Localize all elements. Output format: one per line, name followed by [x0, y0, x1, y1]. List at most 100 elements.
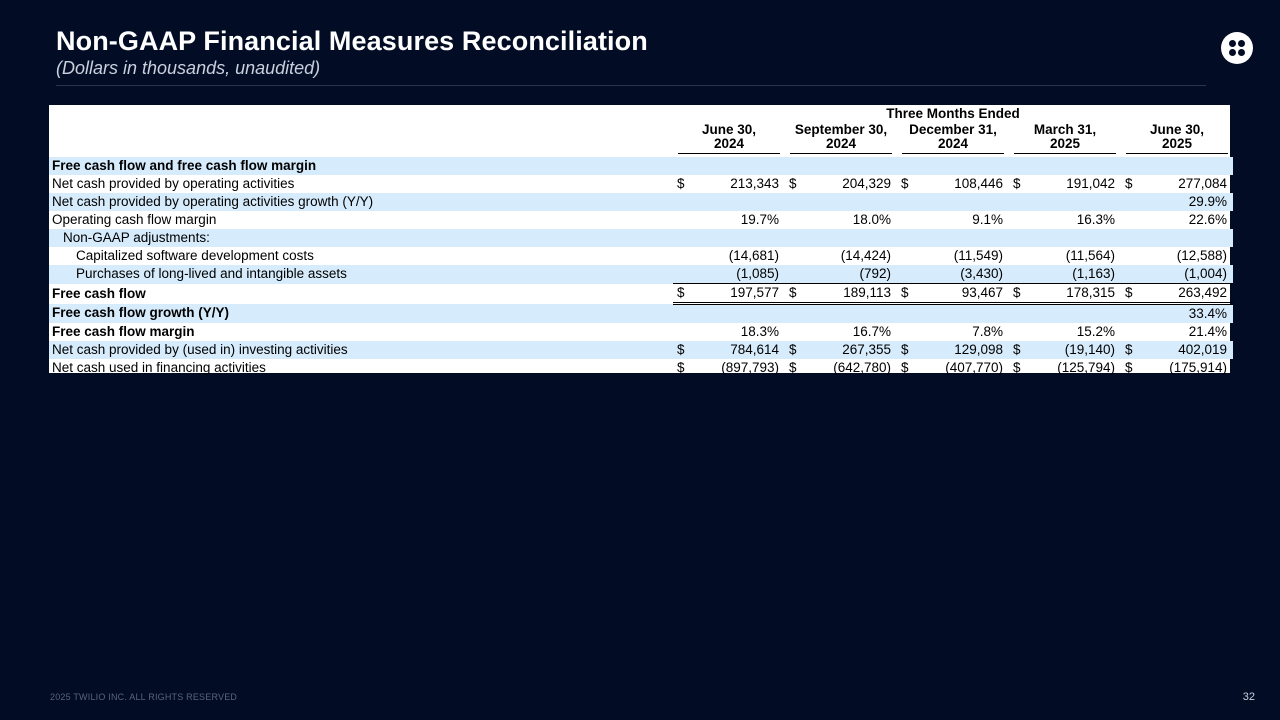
cell-value: (11,564) — [1065, 248, 1115, 263]
row-value: (3,430) — [897, 265, 1009, 284]
currency-sign: $ — [1013, 176, 1021, 191]
cell-value: (12,588) — [1176, 248, 1228, 263]
period-year: 2025 — [1162, 136, 1193, 151]
row-value: $ (19,140) — [1009, 341, 1121, 359]
period-year: 2024 — [825, 136, 857, 151]
cell-value: 178,315 — [1066, 285, 1115, 300]
table-header-blank — [49, 123, 673, 157]
row-label: Free cash flow margin — [52, 324, 195, 339]
cell-value: (14,681) — [728, 248, 779, 263]
row-value — [673, 303, 785, 323]
period-header: March 31, 2025 — [1009, 123, 1121, 157]
row-label: Capitalized software development costs — [76, 248, 314, 263]
row-value — [673, 193, 785, 211]
cell-value: 29.9% — [1188, 194, 1228, 209]
cell-value: (175,914) — [1169, 360, 1228, 375]
period-month: June 30, — [701, 123, 757, 137]
period-year: 2024 — [937, 136, 969, 151]
currency-sign: $ — [1013, 342, 1021, 357]
currency-sign: $ — [677, 176, 685, 191]
row-label: Net cash provided by (used in) investing… — [49, 341, 673, 359]
row-value: (14,424) — [785, 247, 897, 265]
row-value — [785, 157, 897, 175]
page-number: 32 — [1242, 691, 1255, 703]
cell-value: 784,614 — [730, 342, 779, 357]
row-value: 18.0% — [785, 211, 897, 229]
cell-value: 267,355 — [842, 342, 891, 357]
row-value: $204,329 — [785, 175, 897, 193]
row-value — [897, 303, 1009, 323]
cell-value: 108,446 — [954, 176, 1003, 191]
table-row: Net cash provided by operating activitie… — [49, 193, 1234, 211]
cash-flow-table: Three Months Ended June 30, 2024 September… — [49, 105, 1234, 375]
table-row: Free cash flow margin 18.3% 16.7% 7.8% 15.2%… — [49, 323, 1233, 341]
cell-value: 402,019 — [1178, 342, 1228, 357]
period-year: 2024 — [713, 136, 745, 151]
row-value: (12,588) — [1121, 247, 1233, 265]
row-value: 15.2% — [1009, 323, 1121, 341]
row-value: $ (897,793) — [673, 359, 785, 377]
cell-value: (14,424) — [840, 248, 891, 263]
row-value: 33.4% — [1121, 303, 1234, 323]
three-months-ended-header: Three Months Ended — [886, 106, 1020, 121]
row-value: (1,004) — [1121, 265, 1234, 284]
row-value: $263,492 — [1121, 283, 1234, 305]
row-value: 18.3% — [673, 323, 785, 341]
currency-sign: $ — [901, 285, 909, 300]
period-header: June 30, 2025 — [1121, 123, 1233, 157]
row-value: $93,467 — [897, 283, 1009, 305]
row-label: Operating cash flow margin — [52, 212, 217, 227]
row-value: $178,315 — [1009, 283, 1121, 305]
cell-value: 213,343 — [730, 176, 779, 191]
table-row: Non-GAAP adjustments: — [49, 229, 1234, 247]
row-value — [785, 193, 897, 211]
cell-value: (897,793) — [721, 360, 779, 375]
period-header: June 30, 2024 — [673, 123, 785, 157]
row-value: $277,084 — [1121, 175, 1233, 193]
table-row: Free cash flow $197,577 $189,113 $93,467 $17… — [49, 283, 1234, 305]
currency-sign: $ — [789, 342, 797, 357]
row-value: (14,681) — [673, 247, 785, 265]
row-label: Net cash provided by operating activitie… — [52, 176, 295, 191]
cell-value: 15.2% — [1076, 324, 1115, 339]
row-label: Non-GAAP adjustments: — [49, 229, 673, 247]
currency-sign: $ — [1013, 360, 1021, 375]
currency-sign: $ — [677, 360, 685, 375]
row-value — [897, 157, 1009, 175]
row-value — [785, 229, 897, 247]
cell-value: (792) — [859, 266, 891, 281]
row-value: 22.6% — [1121, 211, 1233, 229]
table-row: Net cash provided by (used in) investing… — [49, 341, 1234, 359]
row-value: (1,085) — [673, 265, 785, 284]
table-row: Operating cash flow margin 19.7% 18.0% 9.1%… — [49, 211, 1233, 229]
row-value: (1,163) — [1009, 265, 1121, 284]
currency-sign: $ — [789, 176, 797, 191]
row-value: $108,446 — [897, 175, 1009, 193]
cell-value: (407,770) — [945, 360, 1003, 375]
row-value: 16.3% — [1009, 211, 1121, 229]
row-label: Free cash flow — [52, 285, 146, 301]
table-row: Capitalized software development costs (1… — [49, 247, 1233, 265]
currency-sign: $ — [1125, 360, 1133, 375]
cell-value: 19.7% — [740, 212, 779, 227]
row-value: $189,113 — [785, 283, 897, 305]
cell-value: 21.4% — [1188, 324, 1228, 339]
currency-sign: $ — [677, 342, 685, 357]
row-value: 9.1% — [897, 211, 1009, 229]
cell-value: (11,549) — [953, 248, 1003, 263]
row-value: $197,577 — [673, 283, 785, 305]
cell-value: (1,085) — [736, 266, 779, 281]
page-title: Non-GAAP Financial Measures Reconciliati… — [56, 26, 648, 56]
row-label: Free cash flow growth (Y/Y) — [49, 303, 673, 323]
currency-sign: $ — [1125, 285, 1133, 300]
row-value — [785, 303, 897, 323]
cell-value: 263,492 — [1178, 285, 1228, 300]
title-divider — [56, 85, 1206, 86]
cell-value: (125,794) — [1057, 360, 1115, 375]
row-value — [1009, 303, 1121, 323]
row-value: 7.8% — [897, 323, 1009, 341]
cell-value: 16.3% — [1076, 212, 1115, 227]
row-value — [1121, 157, 1234, 175]
table-row: Net cash provided by operating activitie… — [49, 175, 1233, 193]
cell-value: 189,113 — [843, 285, 891, 300]
